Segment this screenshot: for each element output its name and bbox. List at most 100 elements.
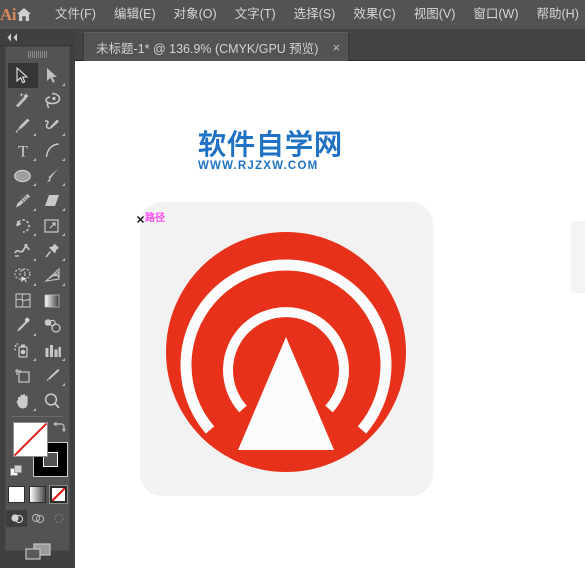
- close-icon[interactable]: ×: [332, 41, 340, 54]
- symbol-sprayer-icon: [14, 343, 28, 358]
- gradient-tool[interactable]: [38, 288, 68, 313]
- flyout-indicator: [62, 358, 65, 361]
- shape-builder-icon: [14, 268, 31, 284]
- tool-grid: T: [6, 61, 69, 413]
- menu-select[interactable]: 选择(S): [285, 0, 345, 29]
- site-watermark: 软件自学网 WWW.RJZXW.COM: [197, 129, 358, 173]
- menu-object[interactable]: 对象(O): [165, 0, 226, 29]
- lasso-tool[interactable]: [38, 88, 68, 113]
- pen-tool[interactable]: [8, 113, 38, 138]
- blend-tool[interactable]: [38, 313, 68, 338]
- rotate-tool[interactable]: [8, 213, 38, 238]
- blend-icon: [44, 319, 61, 333]
- menu-edit[interactable]: 编辑(E): [105, 0, 165, 29]
- flyout-indicator: [32, 333, 36, 336]
- eraser-tool[interactable]: [38, 188, 68, 213]
- shape-builder-tool[interactable]: [8, 263, 38, 288]
- scale-tool[interactable]: [38, 213, 68, 238]
- eyedropper-icon: [17, 317, 30, 332]
- document-tab-label: 未标题-1* @ 136.9% (CMYK/GPU 预览): [96, 41, 319, 56]
- artboard-icon: [14, 369, 30, 383]
- default-fill-stroke-icon: [10, 465, 22, 476]
- flyout-indicator: [32, 408, 36, 411]
- drag-gripper[interactable]: [6, 47, 69, 61]
- flyout-indicator: [62, 133, 65, 136]
- flyout-indicator: [62, 158, 65, 161]
- menu-view[interactable]: 视图(V): [405, 0, 465, 29]
- menu-effect[interactable]: 效果(C): [344, 0, 404, 29]
- none-swatch-icon: [51, 487, 66, 502]
- flyout-indicator: [32, 183, 36, 186]
- arc-line-icon: [45, 143, 59, 158]
- shaper-pencil-tool[interactable]: [8, 188, 38, 213]
- home-icon[interactable]: [16, 0, 32, 29]
- direct-selection-tool[interactable]: [38, 63, 68, 88]
- anchor-point-marker: [137, 216, 144, 223]
- document-tab[interactable]: 未标题-1* @ 136.9% (CMYK/GPU 预览) ×: [83, 32, 350, 61]
- arrow-cursor-icon: [16, 67, 29, 84]
- mesh-tool[interactable]: [8, 288, 38, 313]
- direct-select-arrow-icon: [47, 68, 58, 83]
- none-mode-button[interactable]: [49, 485, 68, 504]
- pushpin-icon: [45, 243, 59, 258]
- draw-normal-button[interactable]: [6, 510, 27, 527]
- magnifier-icon: [45, 392, 60, 408]
- zoom-tool[interactable]: [38, 388, 68, 413]
- type-tool[interactable]: T: [8, 138, 38, 163]
- flyout-indicator: [32, 358, 36, 361]
- column-graph-tool[interactable]: [38, 338, 68, 363]
- canvas-area[interactable]: 路径 软件自学网 WWW.RJZXW.COM: [75, 61, 585, 568]
- gradient-mode-button[interactable]: [29, 486, 46, 503]
- hand-tool[interactable]: [8, 388, 38, 413]
- flyout-indicator: [62, 283, 65, 286]
- fill-swatch[interactable]: [13, 422, 48, 457]
- menu-type[interactable]: 文字(T): [226, 0, 285, 29]
- document-tab-bar: 未标题-1* @ 136.9% (CMYK/GPU 预览) ×: [75, 29, 585, 61]
- slice-tool[interactable]: [38, 363, 68, 388]
- screen-mode-icon: [24, 543, 51, 560]
- paintbrush-icon: [46, 168, 59, 183]
- menu-help[interactable]: 帮助(H): [528, 0, 585, 29]
- perspective-grid-tool[interactable]: [38, 263, 68, 288]
- free-transform-tool[interactable]: [38, 238, 68, 263]
- artboard[interactable]: [140, 202, 433, 496]
- double-chevron-left-icon: [7, 33, 17, 41]
- artboard-tool[interactable]: [8, 363, 38, 388]
- ellipse-tool[interactable]: [8, 163, 38, 188]
- broadcast-tower-logo[interactable]: [140, 202, 433, 496]
- svg-text:T: T: [18, 144, 28, 160]
- change-screen-mode-button[interactable]: [6, 541, 69, 563]
- menu-window[interactable]: 窗口(W): [464, 0, 527, 29]
- draw-inside-button[interactable]: [48, 510, 69, 527]
- menu-items: 文件(F) 编辑(E) 对象(O) 文字(T) 选择(S) 效果(C) 视图(V…: [46, 0, 585, 29]
- menu-file[interactable]: 文件(F): [46, 0, 105, 29]
- draw-behind-button[interactable]: [27, 510, 48, 527]
- line-segment-tool[interactable]: [38, 138, 68, 163]
- watermark-main-text: 软件自学网: [197, 129, 344, 160]
- flyout-indicator: [62, 258, 65, 261]
- pencil-icon: [15, 193, 30, 208]
- collapsed-panel-edge[interactable]: [571, 221, 585, 293]
- eyedropper-tool[interactable]: [8, 313, 38, 338]
- type-t-icon: T: [18, 144, 28, 160]
- selection-tool[interactable]: [8, 63, 38, 88]
- tool-divider: [12, 416, 63, 417]
- color-mode-button[interactable]: [8, 486, 25, 503]
- symbol-sprayer-tool[interactable]: [8, 338, 38, 363]
- color-mode-row: [6, 485, 69, 504]
- curvature-pen-icon: [44, 119, 60, 129]
- fill-stroke-control: [6, 420, 69, 482]
- curvature-tool[interactable]: [38, 113, 68, 138]
- collapse-panel-button[interactable]: [0, 29, 75, 46]
- flyout-indicator: [32, 133, 36, 136]
- magic-wand-tool[interactable]: [8, 88, 38, 113]
- none-slash-icon: [14, 423, 47, 456]
- watermark-url-text: WWW.RJZXW.COM: [198, 160, 319, 172]
- tools-panel: T: [5, 46, 70, 560]
- perspective-grid-icon: [44, 267, 60, 282]
- illustrator-window: Ai 文件(F) 编辑(E) 对象(O) 文字(T) 选择(S) 效果(C) 视…: [0, 0, 585, 568]
- warp-icon: [14, 243, 31, 257]
- paintbrush-tool[interactable]: [38, 163, 68, 188]
- draw-behind-icon: [31, 513, 44, 524]
- width-warp-tool[interactable]: [8, 238, 38, 263]
